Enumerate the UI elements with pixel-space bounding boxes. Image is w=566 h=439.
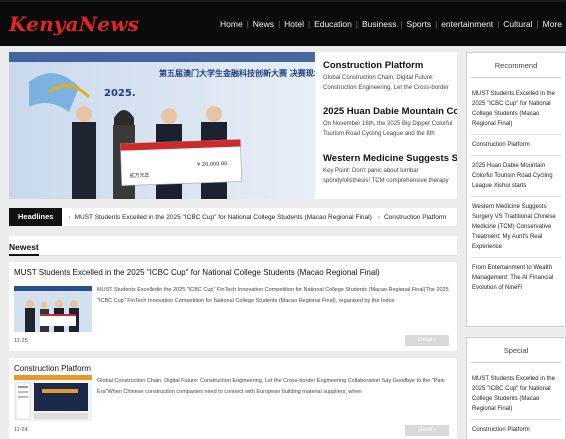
detail-button-label: Detail [418,427,433,433]
banner-text: 第五届澳门大学生金融科技创新大赛 决赛现场颁奖典礼 [159,68,315,78]
hero-story-title[interactable]: 2025 Huan Dabie Mountain Co... [323,106,457,117]
nav-entertainment[interactable]: entertainment [437,19,497,29]
recommend-list: MUST Students Excelled in the 2025 "ICBC… [467,78,565,298]
check-amount: ¥ 20,000.00 [197,161,227,168]
nav-home[interactable]: Home [216,19,247,29]
article-item: MUST Students Excelled in the 2025 "ICBC… [9,262,457,351]
chevron-right-icon: › [433,337,436,343]
panel-title: Special [471,343,561,363]
recommend-panel: Recommend MUST Students Excelled in the … [466,52,566,327]
panel-title: Recommend [471,58,561,78]
detail-button[interactable]: Detail › [405,425,449,436]
hero-story-text: Key Point: Don't panic about lumbar spon… [323,168,449,184]
headline-link[interactable]: Construction Platform [372,214,447,221]
recommend-item[interactable]: MUST Students Excelled in the 2025 "ICBC… [471,84,561,135]
nav-education[interactable]: Education [310,19,356,29]
headline-link[interactable]: MUST Students Excelled in the 2025 "ICBC… [62,214,372,221]
ceremony-thumbnail-image [14,286,92,332]
check-words: 贰万元正 [129,172,149,180]
special-item[interactable]: MUST Students Excelled in the 2025 "ICBC… [471,369,561,420]
article-date: 11-25 [14,338,28,344]
hero-story-title[interactable]: Western Medicine Suggests S... [323,153,457,164]
article-summary: Global Construction Chain, Digital Futur… [97,378,445,395]
nav-hotel[interactable]: Hotel [280,19,308,29]
article-summary: MUST Students Excelledin the 2025 "ICBC … [97,287,449,304]
article-thumbnail[interactable] [14,286,92,332]
hero-image[interactable]: 第五届澳门大学生金融科技创新大赛 决赛现场颁奖典礼 2025. [9,52,315,199]
section-title: Newest [9,242,39,252]
hero-story[interactable]: 2025 Huan Dabie Mountain Co... On Novemb… [323,106,457,139]
nav-sports[interactable]: Sports [403,19,436,29]
nav-business[interactable]: Business [358,19,401,29]
platform-thumbnail-image [14,375,92,421]
headlines-bar: Headlines MUST Students Excelled in the … [9,208,457,226]
article-date: 11-24 [14,427,28,433]
hero-section: 第五届澳门大学生金融科技创新大赛 决赛现场颁奖典礼 2025. [9,52,457,199]
nav-news[interactable]: News [249,19,278,29]
nav-cultural[interactable]: Cultural [499,19,536,29]
hero-story[interactable]: Construction Platform Global Constructio… [323,60,457,93]
detail-button-label: Detail [418,337,433,343]
article-title[interactable]: MUST Students Excelled in the 2025 "ICBC… [14,268,380,277]
page: KenyaNews Home | News | Hotel | Education | … [0,0,566,439]
hero-side-stories: Construction Platform Global Constructio… [323,52,457,199]
special-item[interactable]: Construction Platform [471,420,561,439]
hero-story-text: Global Construction Chain, Digital Futur… [323,75,449,91]
special-panel: Special MUST Students Excelled in the 20… [466,337,566,439]
hero-story-text: On November 16th, the 2025 Big Dipper Co… [323,121,453,137]
chevron-right-icon: › [433,427,436,433]
recommend-item[interactable]: From Entertainment to Wealth Management:… [471,258,561,298]
title-underline [9,254,39,256]
article-item: Construction Platform Global Constructio… [9,358,457,439]
nav-more[interactable]: More [539,19,566,29]
site-logo[interactable]: KenyaNews [9,12,139,36]
newest-section-header: Newest [9,236,457,256]
article-thumbnail[interactable] [14,375,92,421]
site-header: KenyaNews Home | News | Hotel | Education | … [0,0,566,46]
hero-story[interactable]: Western Medicine Suggests S... Key Point… [323,153,457,186]
hero-story-title[interactable]: Construction Platform [323,60,457,71]
special-list: MUST Students Excelled in the 2025 "ICBC… [467,363,565,439]
main-nav: Home | News | Hotel | Education | Business | … [216,19,566,29]
recommend-item[interactable]: Western Medicine Suggests Surgery VS Tra… [471,197,561,258]
article-title[interactable]: Construction Platform [14,364,91,373]
detail-button[interactable]: Detail › [405,335,449,346]
banner-year: 2025. [104,88,136,99]
award-ceremony-photo: 第五届澳门大学生金融科技创新大赛 决赛现场颁奖典礼 2025. [9,52,315,199]
recommend-item[interactable]: 2025 Huan Dabie Mountain Colorful Touris… [471,156,561,197]
headlines-tag: Headlines [9,208,63,226]
recommend-item[interactable]: Construction Platform [471,135,561,156]
